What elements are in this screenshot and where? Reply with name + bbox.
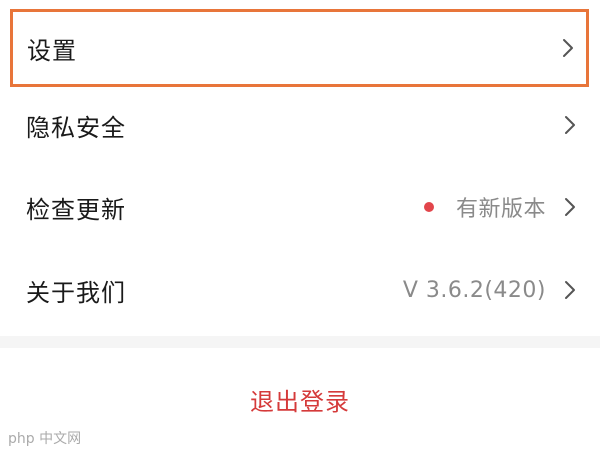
menu-item-right (560, 115, 580, 135)
logout-button[interactable]: 退出登录 (0, 348, 600, 450)
watermark: php 中文网 (4, 428, 81, 448)
chevron-right-icon (560, 197, 580, 217)
menu-item-right: 有新版本 (423, 191, 580, 223)
update-status-text: 有新版本 (455, 197, 546, 222)
menu-item-privacy-security[interactable]: 隐私安全 (0, 84, 600, 166)
version-text: V 3.6.2(420) (402, 277, 546, 303)
settings-menu: 设置 隐私安全 检查更新 有新版本 关于我们 V 3.6.2(420) (0, 0, 600, 348)
chevron-right-icon (560, 115, 580, 135)
chevron-right-icon (560, 280, 580, 300)
menu-item-label: 检查更新 (26, 195, 126, 224)
menu-item-right: V 3.6.2(420) (403, 278, 580, 303)
new-version-dot-icon (423, 202, 434, 212)
menu-item-label: 关于我们 (26, 278, 126, 307)
menu-item-check-update[interactable]: 检查更新 有新版本 (0, 166, 600, 248)
menu-item-label: 隐私安全 (26, 113, 126, 142)
menu-item-settings[interactable]: 设置 (10, 9, 589, 87)
watermark-text: php 中文网 (8, 431, 82, 447)
menu-item-about-us[interactable]: 关于我们 V 3.6.2(420) (0, 249, 600, 331)
menu-item-right (558, 38, 578, 58)
logout-label: 退出登录 (250, 387, 350, 416)
menu-item-label: 设置 (27, 36, 77, 65)
chevron-right-icon (558, 38, 578, 58)
